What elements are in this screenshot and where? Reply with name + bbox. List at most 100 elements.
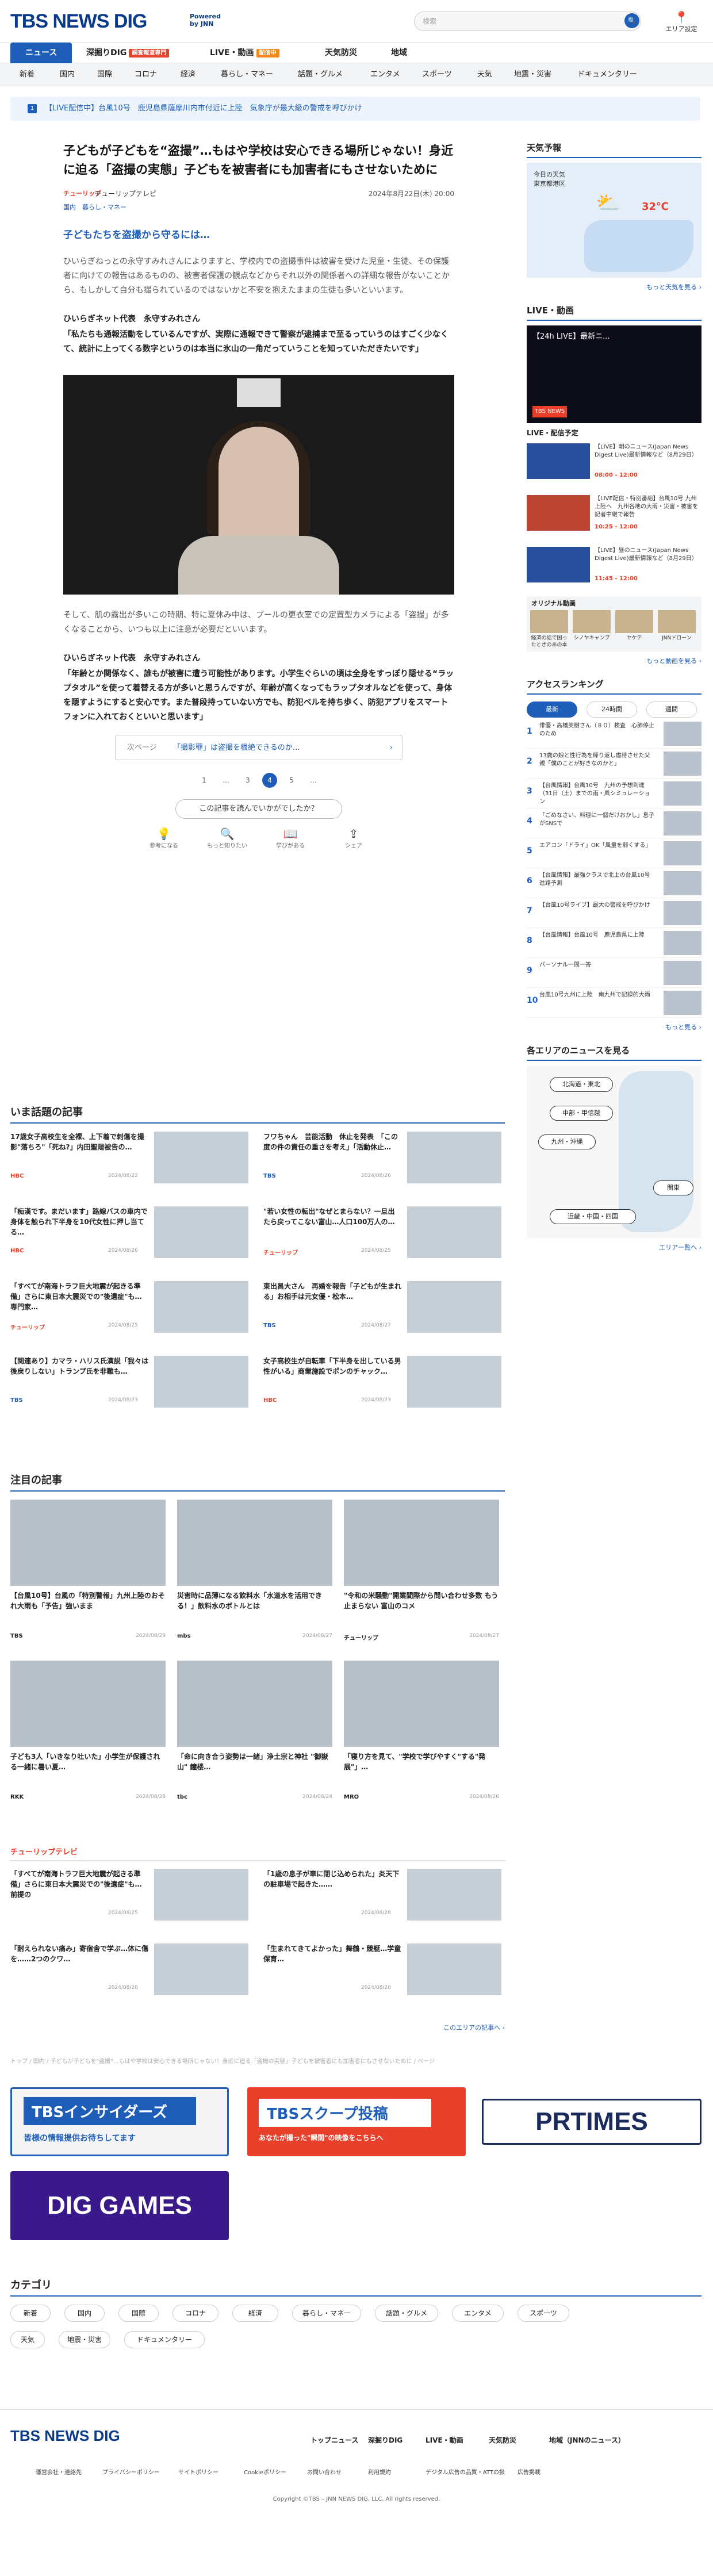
footer-sub-link[interactable]: 広告掲載 xyxy=(518,2467,540,2476)
topic-card[interactable]: 東出昌大さん 再婚を報告「子どもが生まれる」お相手は元女優・松本… TBS 2024… xyxy=(263,1281,505,1339)
nav-fukabori[interactable]: 深掘りDIG 調査報道専門 xyxy=(86,43,170,63)
area-setting-button[interactable]: 📍 エリア設定 xyxy=(661,10,702,33)
subnav-gourmet[interactable]: 話題・グルメ xyxy=(298,63,343,86)
schedule-item[interactable]: 【LIVE配信・特別番組】台風10号 九州上陸へ 九州各地の大雨・災害・被害を記… xyxy=(527,495,702,541)
footer-link[interactable]: 天気防災 xyxy=(489,2435,516,2445)
tulip-card[interactable]: 「1歳の息子が車に閉じ込められた」炎天下の駐車場で起きた…… 2024/08/28 xyxy=(263,1869,505,1926)
area-kyushu[interactable]: 九州・沖縄 xyxy=(538,1134,596,1149)
ranking-item[interactable]: 10 台風10号九州に上陸 南九州で記録的大雨 xyxy=(527,988,702,1018)
category-pill[interactable]: 国際 xyxy=(118,2305,159,2322)
featured-card[interactable]: 【台風10号】台風の「特別警報」九州上陸のおそれ大雨も「予告」強いまま TBS 20… xyxy=(10,1500,166,1643)
subnav-life[interactable]: 暮らし・マネー xyxy=(221,63,273,86)
category-pill[interactable]: 新着 xyxy=(10,2305,51,2322)
topic-card[interactable]: 「痴漢です。まだいます」路線バスの車内で身体を触られ下半身を10代女性に押し当て… xyxy=(10,1206,252,1264)
area-more-link[interactable]: エリア一覧へ › xyxy=(527,1243,702,1252)
ranking-item[interactable]: 9 パーソナル一問一答 xyxy=(527,958,702,988)
category-pill[interactable]: ドキュメンタリー xyxy=(124,2331,205,2348)
ranking-item[interactable]: 6 【台風情報】最強クラスで北上の台風10号進路予測 xyxy=(527,868,702,898)
topic-card[interactable]: 女子高校生が自転車「下半身を出している男性がいる」商業施設でポンのチャック… HB… xyxy=(263,1356,505,1413)
category-pill[interactable]: 天気 xyxy=(10,2331,45,2348)
featured-card[interactable]: 「命に向き合う姿勢は一緒」浄土宗と神社 "御嶽山" 鐘楼… tbc 2024/08/… xyxy=(177,1661,332,1804)
topic-card[interactable]: "若い女性の転出"なぜとまらない？一旦出たら戻ってこない富山…人口100万人の…… xyxy=(263,1206,505,1264)
ranking-item[interactable]: 3 【台風情報】台風10号 九州の予想到達（31日（土）までの雨・風シミュレーショ… xyxy=(527,779,702,808)
nav-weather[interactable]: 天気防災 xyxy=(325,43,357,63)
subnav-intl[interactable]: 国際 xyxy=(97,63,112,86)
page-3[interactable]: 3 xyxy=(240,773,255,788)
feedback-button[interactable]: この記事を読んでいかがでしたか？ xyxy=(175,799,342,819)
scoop-banner[interactable]: TBSスクープ投稿 あなたが撮った"瞬間"の映像をこちらへ xyxy=(247,2087,466,2156)
footer-sub-link[interactable]: サイトポリシー xyxy=(178,2467,218,2476)
nav-news[interactable]: ニュース xyxy=(10,43,72,63)
tulip-card[interactable]: 「すべてが南海トラフ巨大地震が起きる準備」さらに東日本大震災での"後遺症"も…前… xyxy=(10,1869,252,1926)
area-kinki[interactable]: 近畿・中国・四国 xyxy=(550,1209,636,1224)
feedback-useful[interactable]: 💡 参考になる xyxy=(138,827,190,849)
topic-card[interactable]: フワちゃん 芸能活動 休止を発表 「この度の件の責任の重さを考え」「活動休止… T… xyxy=(263,1132,505,1189)
prtimes-banner[interactable]: PRTIMES xyxy=(482,2099,702,2145)
subnav-weather[interactable]: 天気 xyxy=(477,63,492,86)
category-pill[interactable]: 地震・災害 xyxy=(59,2331,110,2348)
tab-24h[interactable]: 24時間 xyxy=(586,702,637,718)
article-category[interactable]: 国内 暮らし・マネー xyxy=(63,202,454,212)
subnav-disaster[interactable]: 地震・災害 xyxy=(514,63,551,86)
footer-link[interactable]: 地域（JNNのニュース） xyxy=(549,2435,625,2445)
footer-link[interactable]: LIVE・動画 xyxy=(425,2435,463,2445)
tab-weekly[interactable]: 週間 xyxy=(646,702,697,718)
footer-sub-link[interactable]: 運営会社・連絡先 xyxy=(36,2467,82,2476)
breadcrumb[interactable]: トップ / 国内 / 子どもが子どもを"盗撮"…もはや学校は安心できる場所じゃな… xyxy=(10,2056,435,2065)
footer-sub-link[interactable]: 利用規約 xyxy=(368,2467,391,2476)
ranking-item[interactable]: 5 エアコン「ドライ」OK「風量を弱くする」 xyxy=(527,838,702,868)
tulip-more-link[interactable]: このエリアの記事へ › xyxy=(10,2023,505,2032)
video-more-link[interactable]: もっと動画を見る › xyxy=(527,656,702,665)
category-pill[interactable]: 経済 xyxy=(232,2305,278,2322)
subnav-ent[interactable]: エンタメ xyxy=(370,63,400,86)
footer-sub-link[interactable]: デジタル広告の品質・ATTの扱 xyxy=(425,2467,505,2476)
site-logo[interactable]: TBS NEWS DIG xyxy=(10,10,147,33)
ranking-item[interactable]: 1 俳優・高橋英樹さん（８０）検査 心肺停止のため xyxy=(527,719,702,749)
ranking-item[interactable]: 8 【台風情報】台風10号 鹿児島県に上陸 xyxy=(527,928,702,958)
ranking-item[interactable]: 7 【台風10号ライブ】最大の警戒を呼びかけ xyxy=(527,898,702,928)
footer-link[interactable]: トップニュース xyxy=(310,2435,358,2445)
page-1[interactable]: 1 xyxy=(197,773,212,788)
subnav-domestic[interactable]: 国内 xyxy=(60,63,75,86)
category-pill[interactable]: 話題・グルメ xyxy=(375,2305,438,2322)
subnav-corona[interactable]: コロナ xyxy=(135,63,157,86)
dig-games-banner[interactable]: DIG GAMES xyxy=(10,2171,229,2240)
original-video-item[interactable]: シノヤキャンプ xyxy=(573,610,611,642)
area-hokkaido[interactable]: 北海道・東北 xyxy=(550,1077,613,1092)
weather-widget[interactable]: 今日の天気 東京都港区 32℃ ⛅ xyxy=(527,163,702,278)
original-video-item[interactable]: JNNドローン xyxy=(658,610,696,642)
insiders-banner[interactable]: TBSインサイダーズ 皆様の情報提供お待ちしてます xyxy=(10,2087,229,2156)
feedback-learn[interactable]: 📖 学びがある xyxy=(264,827,316,849)
footer-sub-link[interactable]: お問い合わせ xyxy=(307,2467,342,2476)
original-video-item[interactable]: ヤケテ xyxy=(615,610,653,642)
ranking-item[interactable]: 2 13歳の娘と性行為を繰り返し虐待させた父親「僕のことが好きなのかと」 xyxy=(527,749,702,779)
ranking-item[interactable]: 4 「ごめなさい、料理に一個だけおかし」息子がSNSで xyxy=(527,808,702,838)
next-page-link[interactable]: 次ページ 「撮影罪」は盗撮を根絶できるのか… › xyxy=(115,735,402,760)
category-pill[interactable]: スポーツ xyxy=(518,2305,569,2322)
topic-card[interactable]: 【関連あり】カマラ・ハリス氏演説「我々は後戻りしない」トランプ氏を非難も… TBS… xyxy=(10,1356,252,1413)
subnav-new[interactable]: 新着 xyxy=(20,63,34,86)
featured-card[interactable]: 「寝り方を見て、"学校で学びやすく"する"発展"」… MRO 2024/08/26 xyxy=(344,1661,499,1804)
subnav-docs[interactable]: ドキュメンタリー xyxy=(577,63,637,86)
search-input[interactable]: 検索 xyxy=(414,12,641,31)
tulip-card[interactable]: 「生まれてきてよかった」舞鶴・競艇…学童保育… 2024/08/20 xyxy=(263,1943,505,2001)
nav-region[interactable]: 地域 xyxy=(391,43,407,63)
footer-sub-link[interactable]: Cookieポリシー xyxy=(244,2467,286,2476)
source-name[interactable]: チューリップテレビ xyxy=(94,189,156,198)
category-pill[interactable]: 暮らし・マネー xyxy=(292,2305,361,2322)
schedule-item[interactable]: 【LIVE】昼のニュース(Japan News Digest Live)最新情報… xyxy=(527,547,702,593)
page-4[interactable]: 4 xyxy=(262,773,277,788)
live-player[interactable]: 【24h LIVE】最新ニ... TBS NEWS xyxy=(527,325,702,423)
category-pill[interactable]: 国内 xyxy=(64,2305,105,2322)
footer-logo[interactable]: TBS NEWS DIG xyxy=(10,2427,120,2445)
footer-link[interactable]: 深掘りDIG xyxy=(368,2435,402,2445)
featured-card[interactable]: 災害時に品薄になる飲料水「水道水を活用できる！」飲料水のボトルとは mbs 2024… xyxy=(177,1500,332,1643)
subnav-economy[interactable]: 経済 xyxy=(181,63,195,86)
news-ticker[interactable]: 1 【LIVE配信中】台風10号 鹿児島県薩摩川内市付近に上陸 気象庁が最大級の… xyxy=(10,97,700,121)
footer-sub-link[interactable]: プライバシーポリシー xyxy=(102,2467,160,2476)
category-pill[interactable]: コロナ xyxy=(172,2305,218,2322)
area-kanto[interactable]: 関東 xyxy=(653,1180,693,1195)
schedule-item[interactable]: 【LIVE】朝のニュース(Japan News Digest Live)最新情報… xyxy=(527,443,702,489)
ranking-more-link[interactable]: もっと見る › xyxy=(527,1022,702,1032)
tulip-card[interactable]: 「耐えられない痛み」寄宿舎で学ぶ…体に傷を……2つのクワ… 2024/08/20 xyxy=(10,1943,252,2001)
